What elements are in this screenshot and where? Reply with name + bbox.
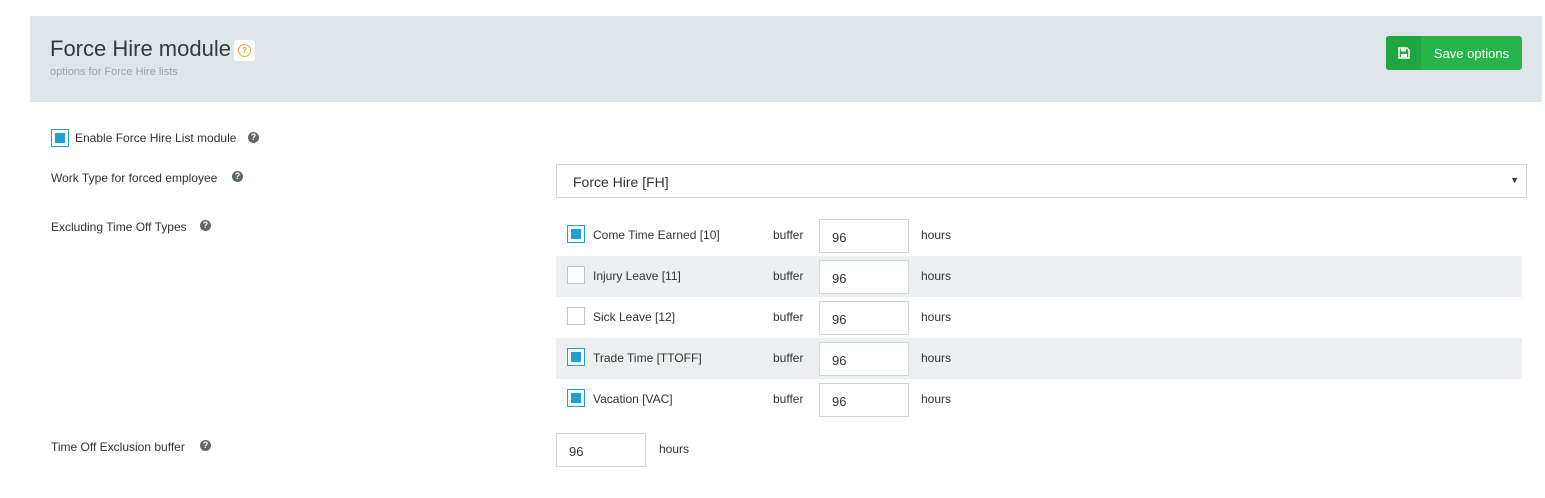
work-type-help-icon[interactable]: ? xyxy=(232,171,243,182)
hours-label: hours xyxy=(921,228,952,242)
hours-label: hours xyxy=(921,392,952,406)
time-off-name: Trade Time [TTOFF] xyxy=(593,351,702,365)
exclusion-buffer-label: Time Off Exclusion buffer xyxy=(51,440,185,454)
exclusion-buffer-unit: hours xyxy=(659,442,690,456)
time-off-checkbox[interactable] xyxy=(567,266,585,284)
buffer-input[interactable]: 96 xyxy=(819,301,909,335)
page-header: Force Hire module ? options for Force Hi… xyxy=(30,16,1542,102)
time-off-name: Come Time Earned [10] xyxy=(593,228,720,242)
time-off-name: Sick Leave [12] xyxy=(593,310,676,324)
hours-label: hours xyxy=(921,269,952,283)
time-off-row: Injury Leave [11] buffer 96 hours xyxy=(556,256,1522,297)
enable-module-label: Enable Force Hire List module xyxy=(75,131,237,145)
work-type-selected-value: Force Hire [FH] xyxy=(573,174,669,190)
time-off-name: Vacation [VAC] xyxy=(593,392,673,406)
time-off-row: Come Time Earned [10] buffer 96 hours xyxy=(556,215,1522,256)
time-off-row: Trade Time [TTOFF] buffer 96 hours xyxy=(556,338,1522,379)
hours-label: hours xyxy=(921,351,952,365)
buffer-input[interactable]: 96 xyxy=(819,342,909,376)
enable-module-checkbox[interactable] xyxy=(51,129,69,147)
time-off-row: Vacation [VAC] buffer 96 hours xyxy=(556,379,1522,420)
time-off-checkbox[interactable] xyxy=(567,389,585,407)
buffer-input[interactable]: 96 xyxy=(819,219,909,253)
buffer-label: buffer xyxy=(773,269,804,283)
buffer-input[interactable]: 96 xyxy=(819,260,909,294)
work-type-label: Work Type for forced employee xyxy=(51,171,218,185)
title-help-icon[interactable]: ? xyxy=(234,40,255,61)
buffer-label: buffer xyxy=(773,392,804,406)
time-off-checkbox[interactable] xyxy=(567,225,585,243)
exclusion-buffer-input[interactable]: 96 xyxy=(556,433,646,467)
page-subtitle: options for Force Hire lists xyxy=(50,66,178,78)
time-off-row: Sick Leave [12] buffer 96 hours xyxy=(556,297,1522,338)
time-off-checkbox[interactable] xyxy=(567,307,585,325)
save-options-label: Save options xyxy=(1433,45,1510,61)
dropdown-arrow-icon: ▼ xyxy=(1510,175,1519,185)
page-title: Force Hire module xyxy=(50,36,231,61)
buffer-input[interactable]: 96 xyxy=(819,383,909,417)
exclusion-buffer-help-icon[interactable]: ? xyxy=(200,440,211,451)
buffer-label: buffer xyxy=(773,351,804,365)
enable-module-help-icon[interactable]: ? xyxy=(248,132,259,143)
buffer-label: buffer xyxy=(773,228,804,242)
hours-label: hours xyxy=(921,310,952,324)
floppy-disk-icon xyxy=(1386,36,1421,70)
time-off-name: Injury Leave [11] xyxy=(593,269,681,283)
excluding-types-help-icon[interactable]: ? xyxy=(200,220,211,231)
time-off-checkbox[interactable] xyxy=(567,348,585,366)
work-type-select[interactable]: Force Hire [FH] ▼ xyxy=(556,164,1527,198)
save-options-button[interactable]: Save options xyxy=(1386,36,1522,70)
buffer-label: buffer xyxy=(773,310,804,324)
excluding-types-label: Excluding Time Off Types xyxy=(51,220,187,234)
